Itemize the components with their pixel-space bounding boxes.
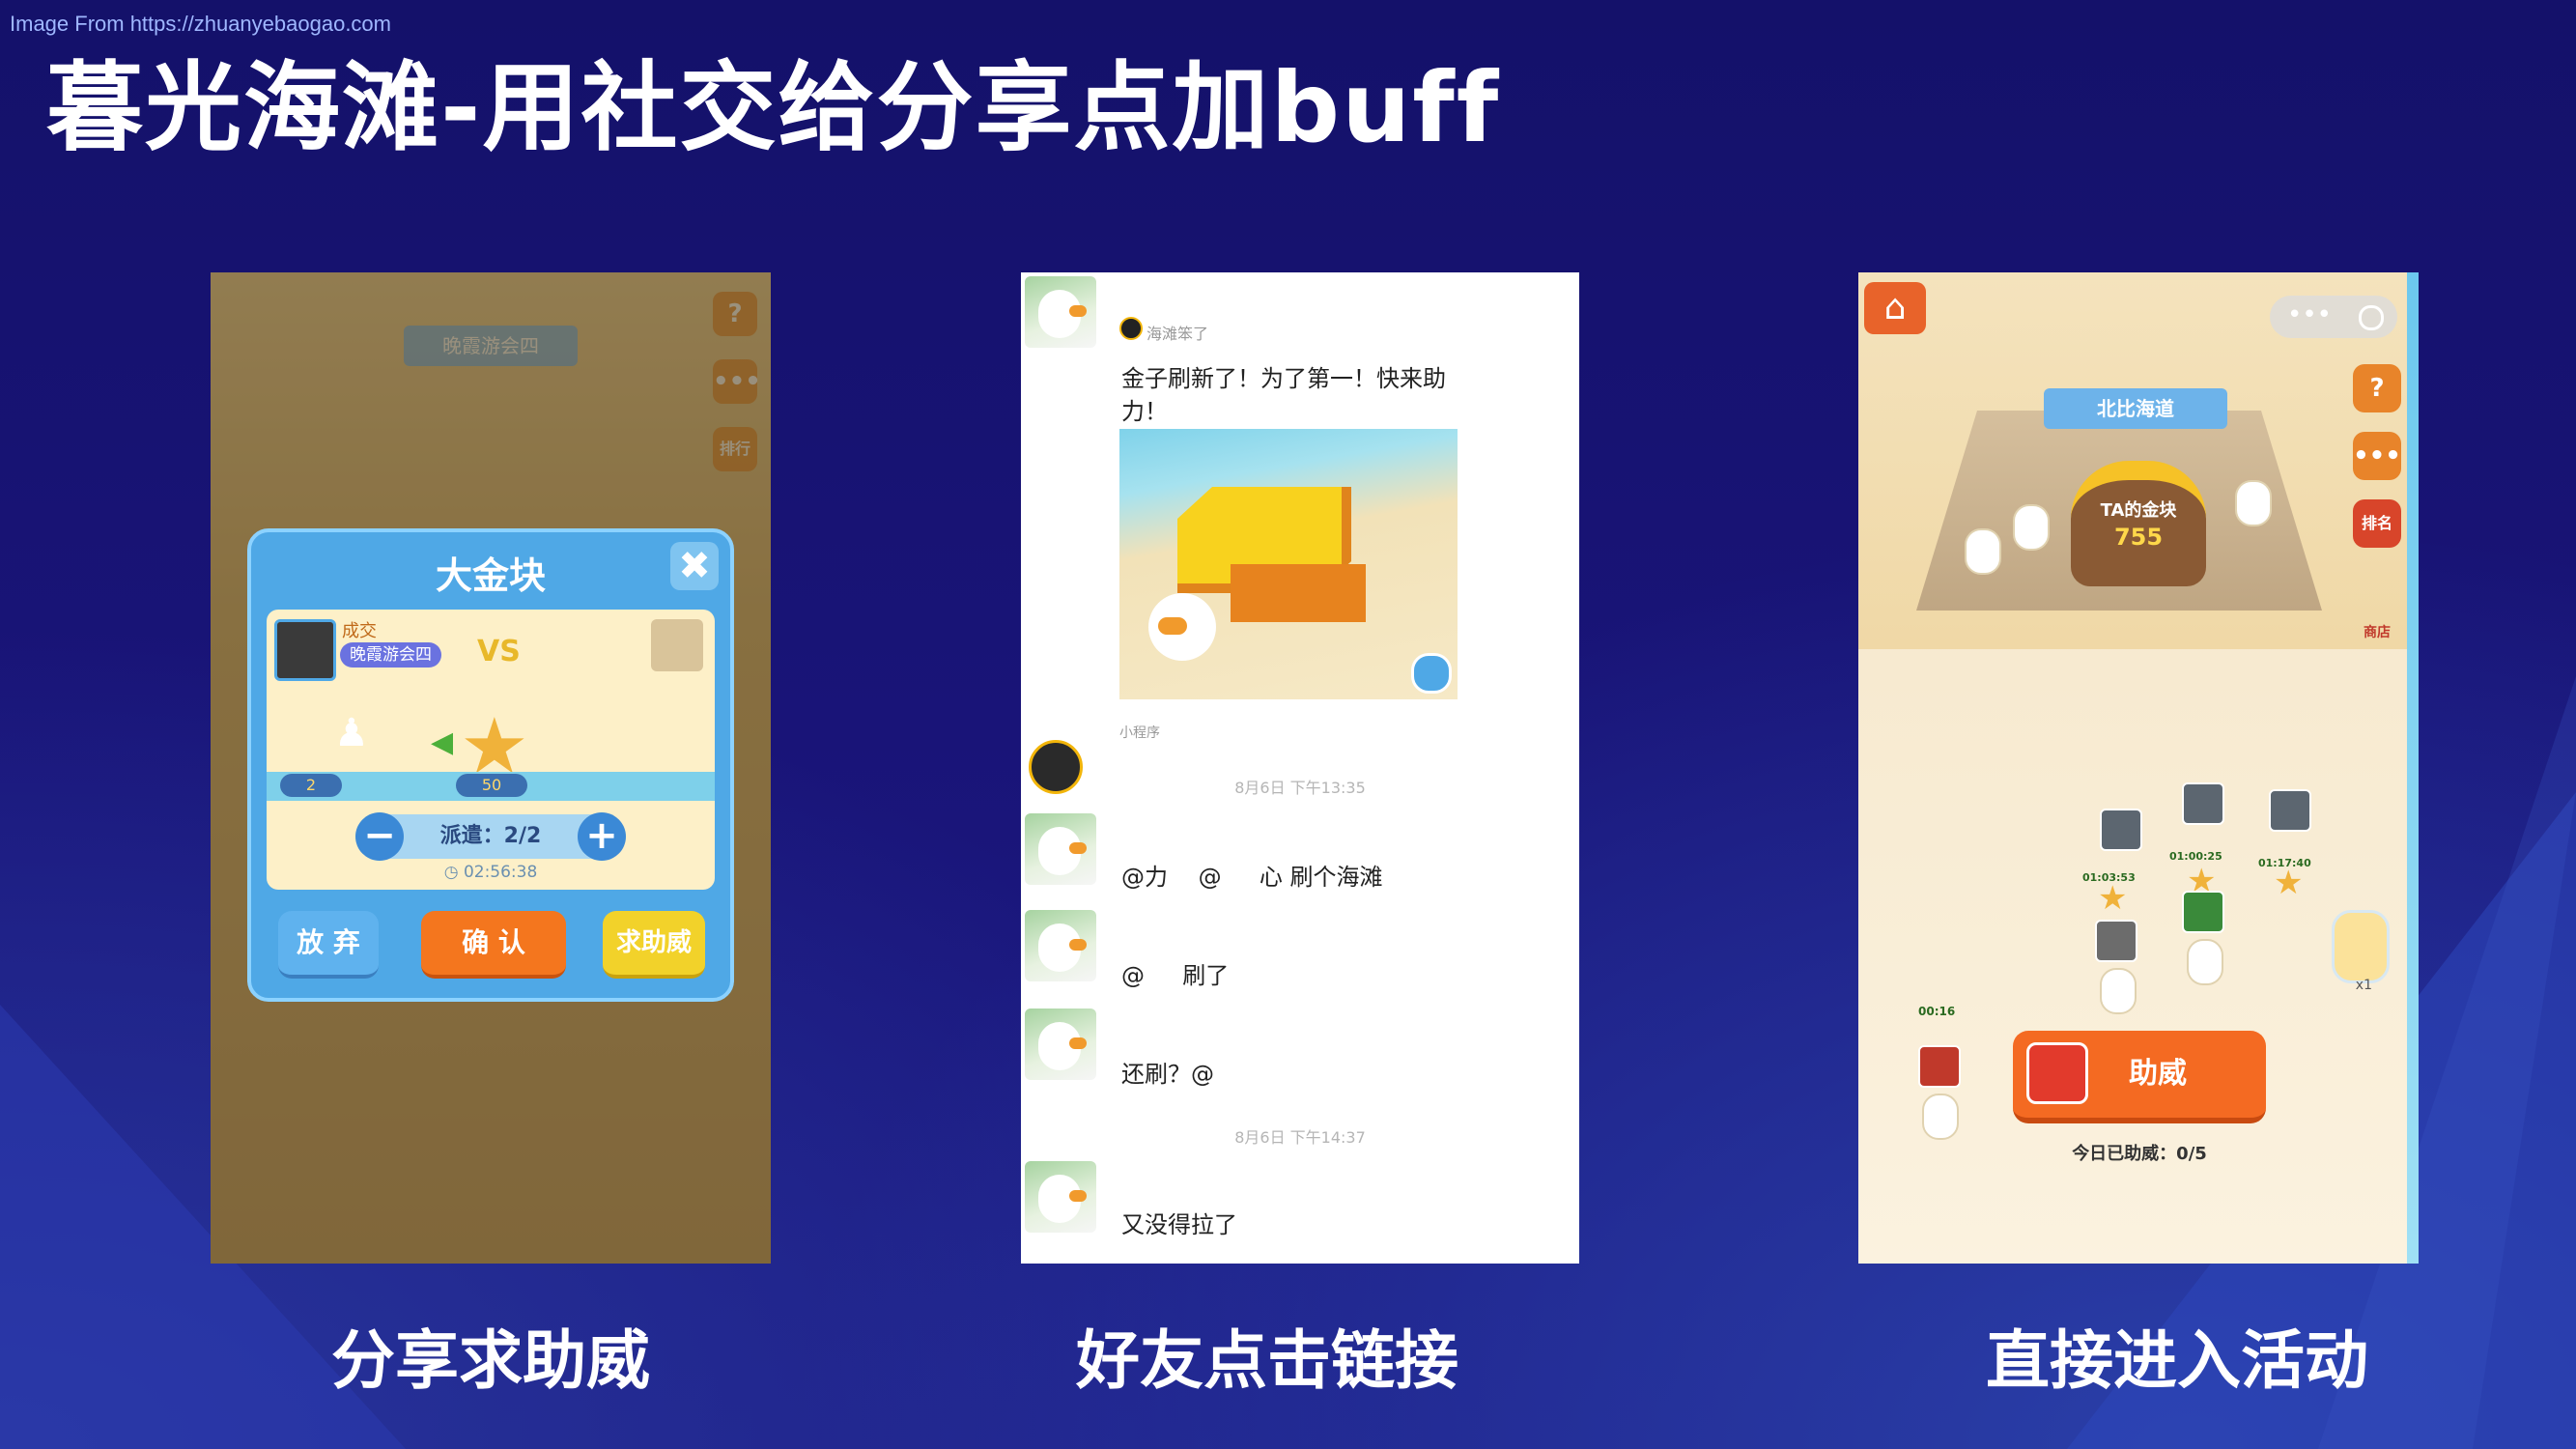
game-logo-icon <box>1411 653 1452 694</box>
mini-program-capsule[interactable]: ••• <box>2270 296 2397 338</box>
vs-icon: VS <box>477 635 521 668</box>
countdown-timer: ◷ 02:56:38 <box>443 863 538 882</box>
unit-slot[interactable] <box>2182 891 2224 933</box>
timestamp: 8月6日 下午14:37 <box>1234 1128 1366 1147</box>
gold-count-badge: 50 <box>456 774 527 797</box>
pot-label: TA的金块 <box>2100 500 2177 521</box>
duck-icon <box>2235 480 2272 526</box>
gold-nugget-dialog: 大金块 ✖ 成交 晚霞游会四 VS ♟ ◀ ★ 2 50 派遣：2/2 − + … <box>247 528 734 1002</box>
chat-message: @ 刷了 <box>1121 962 1230 989</box>
unit-count-badge: 2 <box>280 774 342 797</box>
unit-slot[interactable] <box>2182 782 2224 825</box>
unit-slot[interactable] <box>2269 789 2311 832</box>
dialog-content: 成交 晚霞游会四 VS ♟ ◀ ★ 2 50 派遣：2/2 − + ◷ 02:5… <box>267 610 715 890</box>
avatar <box>274 619 336 681</box>
minus-button[interactable]: − <box>355 812 404 861</box>
slide-title: 暮光海滩-用社交给分享点加buff <box>46 51 1501 164</box>
cheer-button-label: 助威 <box>2129 1057 2187 1091</box>
duck-icon <box>1965 528 2001 575</box>
activity-screenshot: ⌂ ••• 北比海道 TA的金块 755 ? ••• 排名 商店 01:03:5… <box>1858 272 2419 1264</box>
share-screenshot: 晚霞游会四 ? ••• 排行 大金块 ✖ 成交 晚霞游会四 VS ♟ ◀ ★ 2… <box>211 272 771 1264</box>
close-circle-icon[interactable] <box>2359 305 2384 330</box>
water-edge <box>2407 272 2419 1264</box>
duck-icon <box>2100 968 2137 1014</box>
caption-chat: 好友点击链接 <box>1076 1323 1458 1398</box>
dialog-title: 大金块 <box>435 554 546 597</box>
chat-screenshot: 海滩笨了 金子刷新了！为了第一！快来助 力！ 小程序 8月6日 下午13:35 … <box>1021 272 1579 1264</box>
duck-icon <box>2187 939 2223 985</box>
give-up-button[interactable]: 放 弃 <box>278 911 379 979</box>
unit-slot[interactable] <box>1918 1045 1961 1088</box>
chat-avatar <box>1025 1009 1096 1080</box>
star-icon: ★ <box>2098 879 2128 918</box>
chat-avatar <box>1025 1161 1096 1233</box>
source-icon <box>1119 317 1143 340</box>
chat-message: 还刷？@ <box>1121 1061 1245 1088</box>
unit-slot[interactable] <box>2095 920 2137 962</box>
potion-count: x1 <box>2355 978 2372 993</box>
potion-bottle-icon[interactable] <box>2332 910 2390 983</box>
player-name: 成交 <box>342 621 377 641</box>
empty-opponent-slot <box>651 619 703 671</box>
more-icon[interactable]: ••• <box>2287 296 2332 334</box>
duck-icon <box>2013 504 2050 551</box>
card-source-name: 海滩笨了 <box>1146 325 1209 343</box>
left-arrow-icon: ◀ <box>431 725 454 759</box>
close-icon[interactable]: ✖ <box>670 542 719 590</box>
duck-icon <box>1922 1094 1959 1140</box>
chat-avatar <box>1025 910 1096 981</box>
dispatch-stepper: 派遣：2/2 − + <box>355 812 626 861</box>
share-card-image[interactable] <box>1119 429 1458 699</box>
timestamp: 8月6日 下午13:35 <box>1234 779 1366 797</box>
guild-banner: 北比海道 <box>2044 388 2227 429</box>
pot-value: 755 <box>2113 524 2164 551</box>
chat-message: @力 @ 心 刷个海滩 <box>1121 864 1383 891</box>
caption-activity: 直接进入活动 <box>1986 1323 2368 1398</box>
confirm-button[interactable]: 确 认 <box>421 911 566 979</box>
chat-message: 又没得拉了 <box>1121 1211 1237 1238</box>
gold-block-side <box>1231 564 1366 622</box>
unit-slot[interactable] <box>2100 809 2142 851</box>
guild-badge: 晚霞游会四 <box>340 642 441 668</box>
cheer-icon <box>2026 1042 2088 1104</box>
cheer-count: 今日已助威：0/5 <box>2072 1144 2207 1164</box>
plus-button[interactable]: + <box>578 812 626 861</box>
duck-beak <box>1158 617 1187 635</box>
ask-help-button[interactable]: 求助威 <box>603 911 705 979</box>
mini-program-label: 小程序 <box>1119 725 1160 741</box>
caption-share: 分享求助威 <box>331 1323 650 1398</box>
chat-avatar <box>1025 276 1096 348</box>
home-icon[interactable]: ⌂ <box>1864 282 1926 334</box>
card-text-line2: 力！ <box>1121 398 1168 425</box>
cheer-button[interactable]: 助威 <box>2013 1031 2266 1123</box>
help-icon[interactable]: ? <box>2353 364 2401 412</box>
shop-label[interactable]: 商店 <box>2353 622 2401 641</box>
duck-icon: ♟ <box>334 711 369 755</box>
ranking-icon[interactable]: 排名 <box>2353 499 2401 548</box>
card-text-line1: 金子刷新了！为了第一！快来助 <box>1121 365 1446 392</box>
left-unit-timer: 00:16 <box>1918 1005 1956 1018</box>
chat-avatar <box>1025 813 1096 885</box>
star-icon: ★ <box>2274 864 2304 902</box>
more-icon[interactable]: ••• <box>2353 432 2401 480</box>
